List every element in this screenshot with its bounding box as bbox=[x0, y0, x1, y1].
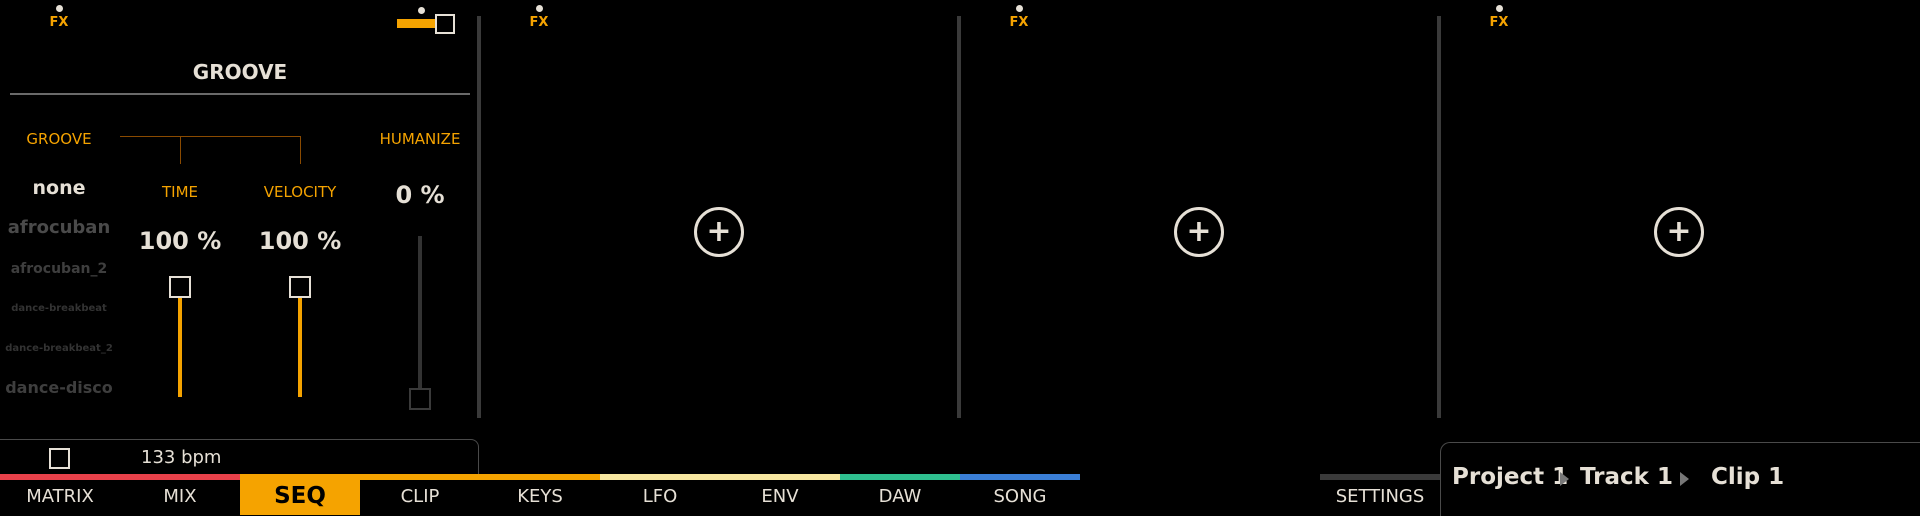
humanize-value: 0 % bbox=[395, 181, 445, 209]
breadcrumb-clip[interactable]: Clip 1 bbox=[1711, 464, 1784, 490]
humanize-slider-track[interactable] bbox=[418, 236, 422, 396]
velocity-column-label: VELOCITY bbox=[263, 183, 337, 201]
groove-bracket bbox=[120, 136, 300, 137]
humanize-slider-handle[interactable] bbox=[409, 388, 431, 410]
tab-mix[interactable]: MIX bbox=[120, 477, 240, 515]
groove-item-afrocuban[interactable]: afrocuban bbox=[0, 217, 118, 238]
status-bar-frame bbox=[0, 439, 479, 478]
tab-lfo[interactable]: LFO bbox=[600, 477, 720, 515]
groove-column-label: GROOVE bbox=[26, 130, 92, 148]
tab-matrix[interactable]: MATRIX bbox=[0, 477, 120, 515]
groove-bracket-right-leg bbox=[300, 136, 301, 164]
groove-bracket-left-leg bbox=[180, 136, 181, 164]
time-slider-handle[interactable] bbox=[169, 276, 191, 298]
panel-level-knob[interactable] bbox=[435, 14, 455, 34]
tab-song[interactable]: SONG bbox=[960, 477, 1080, 515]
velocity-slider-fill[interactable] bbox=[298, 285, 302, 397]
fx-indicator-dot bbox=[1496, 5, 1503, 12]
tab-settings[interactable]: SETTINGS bbox=[1320, 477, 1440, 515]
time-column-label: TIME bbox=[161, 183, 198, 201]
add-device-button[interactable]: + bbox=[1654, 207, 1704, 257]
tab-clip[interactable]: CLIP bbox=[360, 477, 480, 515]
fx-label[interactable]: FX bbox=[530, 15, 549, 30]
fx-label[interactable]: FX bbox=[1010, 15, 1029, 30]
tab-keys[interactable]: KEYS bbox=[480, 477, 600, 515]
time-value: 100 % bbox=[138, 227, 222, 255]
stop-button[interactable] bbox=[49, 448, 70, 469]
groove-item-dance-breakbeat-2[interactable]: dance-breakbeat_2 bbox=[0, 343, 118, 354]
velocity-slider-handle[interactable] bbox=[289, 276, 311, 298]
fx-indicator-dot bbox=[56, 5, 63, 12]
breadcrumb-separator-icon bbox=[1680, 472, 1689, 486]
slot-divider-3 bbox=[1437, 16, 1441, 418]
tab-seq[interactable]: SEQ bbox=[240, 477, 360, 515]
fx-label[interactable]: FX bbox=[50, 15, 69, 30]
fx-label[interactable]: FX bbox=[1490, 15, 1509, 30]
tab-env[interactable]: ENV bbox=[720, 477, 840, 515]
breadcrumb-track[interactable]: Track 1 bbox=[1580, 464, 1673, 490]
groove-title: GROOVE bbox=[192, 60, 288, 84]
add-device-button[interactable]: + bbox=[694, 207, 744, 257]
groove-title-divider bbox=[10, 93, 470, 95]
groove-item-dance-disco[interactable]: dance-disco bbox=[0, 378, 118, 397]
bpm-display[interactable]: 133 bpm bbox=[141, 447, 221, 468]
groove-item-none[interactable]: none bbox=[0, 177, 118, 199]
breadcrumb-separator-icon bbox=[1560, 472, 1569, 486]
panel-level-dot bbox=[418, 7, 425, 14]
slot-divider-1 bbox=[477, 16, 481, 418]
groove-item-afrocuban-2[interactable]: afrocuban_2 bbox=[0, 261, 118, 277]
time-slider-fill[interactable] bbox=[178, 285, 182, 397]
fx-indicator-dot bbox=[1016, 5, 1023, 12]
add-device-button[interactable]: + bbox=[1174, 207, 1224, 257]
humanize-column-label: HUMANIZE bbox=[379, 130, 461, 148]
slot-divider-2 bbox=[957, 16, 961, 418]
tab-daw[interactable]: DAW bbox=[840, 477, 960, 515]
breadcrumb-project[interactable]: Project 1 bbox=[1452, 464, 1568, 490]
groove-item-dance-breakbeat[interactable]: dance-breakbeat bbox=[0, 303, 118, 314]
fx-indicator-dot bbox=[536, 5, 543, 12]
velocity-value: 100 % bbox=[258, 227, 342, 255]
